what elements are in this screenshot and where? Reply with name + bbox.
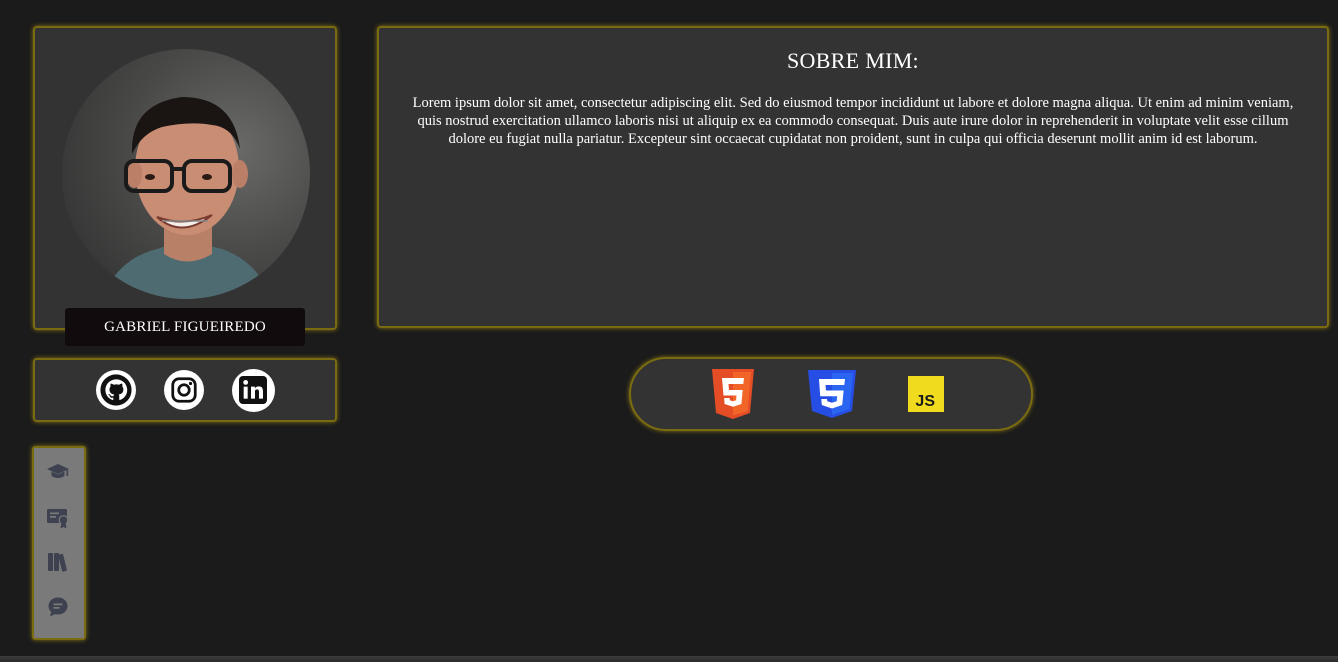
linkedin-link[interactable] — [231, 368, 275, 412]
profile-card — [33, 26, 337, 330]
html5-icon — [712, 369, 754, 419]
github-link[interactable] — [95, 370, 136, 410]
instagram-icon — [170, 377, 197, 403]
css3-icon — [808, 370, 856, 418]
portfolio-page: GABRIEL FIGUEIREDO SOBRE MIM: Lorem ipsu… — [0, 0, 1338, 662]
profile-name: GABRIEL FIGUEIREDO — [65, 308, 305, 346]
instagram-link[interactable] — [163, 370, 204, 410]
about-card: SOBRE MIM: Lorem ipsum dolor sit amet, c… — [377, 26, 1329, 328]
github-icon — [99, 374, 132, 406]
javascript-icon: JS — [908, 376, 944, 412]
bottom-edge — [0, 656, 1338, 662]
side-navigation — [32, 446, 86, 640]
social-links — [33, 358, 337, 422]
svg-text:JS: JS — [915, 393, 935, 410]
books-icon[interactable] — [46, 550, 70, 574]
profile-photo-illustration — [102, 97, 272, 299]
about-title: SOBRE MIM: — [787, 48, 919, 73]
linkedin-icon — [239, 376, 267, 404]
certificate-icon[interactable] — [46, 506, 70, 530]
technologies-bar: JS — [629, 357, 1033, 431]
about-text: Lorem ipsum dolor sit amet, consectetur … — [412, 95, 1294, 147]
profile-photo — [62, 49, 310, 299]
chat-icon[interactable] — [46, 595, 70, 619]
graduation-cap-icon[interactable] — [46, 460, 70, 484]
